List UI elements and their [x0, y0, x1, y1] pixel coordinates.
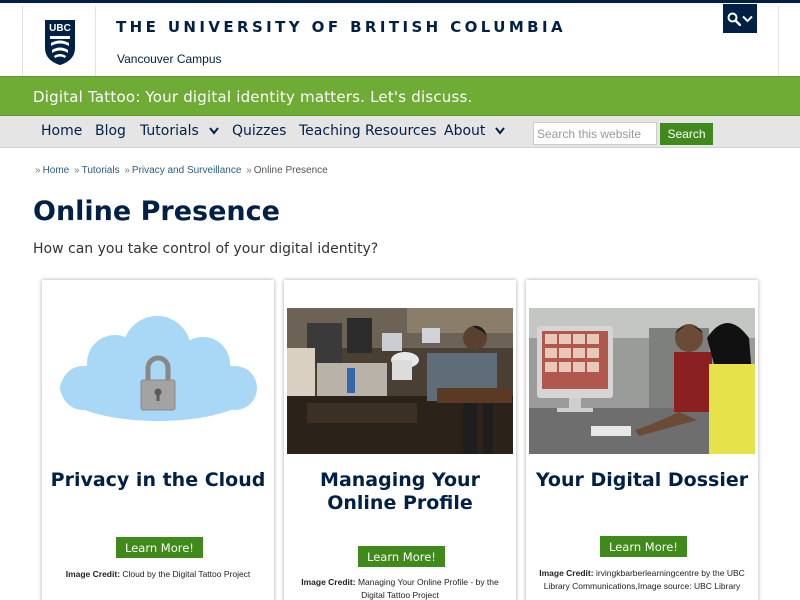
breadcrumb-current: Online Presence	[253, 165, 328, 176]
image-credit-text: Managing Your Online Profile - by the Di…	[357, 577, 499, 600]
learn-more-button[interactable]: Learn More!	[600, 536, 687, 557]
campus-name[interactable]: Vancouver Campus	[117, 52, 222, 66]
student-photo	[287, 308, 513, 454]
nav-item-tutorials[interactable]: Tutorials	[140, 123, 199, 139]
card-title[interactable]: Privacy in the Cloud	[42, 469, 274, 492]
cloud-lock-illustration	[45, 308, 271, 454]
university-name[interactable]: THE UNIVERSITY OF BRITISH COLUMBIA	[116, 18, 566, 36]
breadcrumb: » Home » Tutorials » Privacy and Surveillan…	[33, 165, 328, 176]
search-button[interactable]: Search	[660, 123, 713, 145]
search-input[interactable]	[533, 122, 657, 145]
nav-item-teaching-resources[interactable]: Teaching Resources	[299, 123, 437, 139]
page-title: Online Presence	[33, 196, 280, 227]
card-image-cloud[interactable]	[45, 308, 271, 454]
search-toggle-button[interactable]	[723, 4, 757, 33]
learn-more-button[interactable]: Learn More!	[116, 537, 203, 558]
breadcrumb-home[interactable]: Home	[43, 165, 70, 176]
nav-item-quizzes[interactable]: Quizzes	[232, 123, 286, 139]
nav-item-blog[interactable]: Blog	[95, 123, 126, 139]
chevron-down-icon[interactable]	[494, 126, 506, 136]
image-credit: Image Credit: Cloud by the Digital Tatto…	[42, 568, 274, 581]
image-credit-label: Image Credit:	[301, 577, 356, 587]
breadcrumb-separator: »	[35, 165, 41, 176]
learn-more-button[interactable]: Learn More!	[358, 546, 445, 567]
card-your-digital-dossier: Your Digital Dossier Learn More! Image C…	[526, 280, 758, 600]
card-title[interactable]: Managing Your Online Profile	[284, 469, 516, 515]
image-credit: Image Credit: Managing Your Online Profi…	[284, 576, 516, 600]
nav-item-home[interactable]: Home	[41, 123, 82, 139]
search-icon	[727, 12, 741, 26]
image-credit-label: Image Credit:	[65, 569, 121, 579]
site-banner: Digital Tattoo: Your digital identity ma…	[0, 76, 800, 116]
card-image-student-at-desk[interactable]	[287, 308, 513, 454]
students-at-computer-photo	[529, 308, 755, 454]
ubc-crest-logo: UBC	[45, 20, 75, 65]
chevron-down-icon[interactable]	[208, 126, 220, 136]
breadcrumb-separator: »	[124, 165, 130, 176]
image-credit-label: Image Credit:	[539, 568, 594, 578]
image-credit: Image Credit: irvingkbarberlearningcentr…	[526, 567, 758, 593]
breadcrumb-privacy-and-surveillance[interactable]: Privacy and Surveillance	[132, 165, 242, 176]
breadcrumb-separator: »	[246, 165, 252, 176]
chevron-down-icon	[742, 15, 753, 22]
banner-tagline[interactable]: Digital Tattoo: Your digital identity ma…	[33, 88, 472, 106]
page-subtitle: How can you take control of your digital…	[33, 241, 379, 257]
card-managing-your-online-profile: Managing Your Online Profile Learn More!…	[284, 280, 516, 600]
breadcrumb-separator: »	[74, 165, 80, 176]
header-divider	[778, 6, 779, 79]
image-credit-text: Cloud by the Digital Tattoo Project	[122, 569, 251, 579]
site-header: UBC THE UNIVERSITY OF BRITISH COLUMBIA V…	[0, 0, 800, 79]
card-image-students-computer[interactable]	[529, 308, 755, 454]
crest-text: UBC	[49, 23, 71, 34]
card-title[interactable]: Your Digital Dossier	[526, 469, 758, 492]
crest-container[interactable]: UBC	[22, 6, 96, 79]
breadcrumb-tutorials[interactable]: Tutorials	[82, 165, 120, 176]
nav-item-about[interactable]: About	[444, 123, 485, 139]
card-privacy-in-the-cloud: Privacy in the Cloud Learn More! Image C…	[42, 280, 274, 600]
